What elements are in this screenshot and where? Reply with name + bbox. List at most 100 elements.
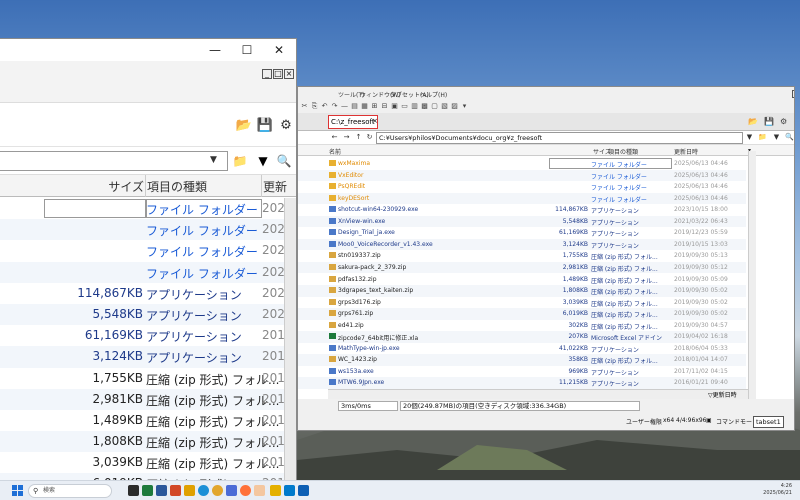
list-item[interactable]: grps3d176.zip 3,039KB 圧縮 (zip 形式) フォル... 20… — [298, 297, 746, 309]
forward-icon[interactable]: → — [342, 133, 351, 142]
table-row[interactable]: ファイル フォルダー 202 — [0, 219, 285, 241]
table-row[interactable]: 61,169KB アプリケーション 201 — [0, 325, 285, 346]
table-row[interactable]: 1,489KB 圧縮 (zip 形式) フォル... 201 — [0, 410, 285, 431]
list-item[interactable]: ed41.zip 302KB 圧縮 (zip 形式) フォル... 2019/09/3… — [298, 320, 746, 332]
search-icon[interactable]: 🔍 — [785, 133, 794, 142]
refresh-icon[interactable]: ↻ — [365, 133, 374, 142]
vertical-scrollbar[interactable] — [284, 198, 296, 482]
mdi-close-icon[interactable]: × — [284, 69, 294, 79]
new-folder-icon[interactable]: 📂 — [748, 117, 758, 126]
search-icon[interactable]: 🔍 — [276, 153, 292, 169]
tiles-icon[interactable]: ▩ — [420, 102, 429, 111]
tab-close-icon[interactable]: × — [372, 117, 378, 125]
new-folder-icon[interactable]: 📂 — [235, 116, 253, 134]
up-icon[interactable]: ↑ — [354, 133, 363, 142]
column-type[interactable]: 項目の種類 — [608, 147, 638, 156]
list-item[interactable]: sakura-pack_2_379.zip 2,981KB 圧縮 (zip 形式) … — [298, 261, 746, 274]
grid-icon[interactable]: ⊞ — [370, 102, 379, 111]
collapse-icon[interactable]: ⊟ — [380, 102, 389, 111]
mdi-close-icon[interactable]: × — [792, 90, 794, 98]
list-item[interactable]: wxMaxima ファイル フォルダー 2025/06/13 04:46 — [298, 158, 746, 170]
horizontal-scrollbar[interactable]: ▽更新日時 — [328, 389, 748, 399]
column-date[interactable]: 更新 — [263, 178, 287, 195]
columns-icon[interactable]: ▥ — [410, 102, 419, 111]
undo-icon[interactable]: ↶ — [320, 102, 329, 111]
column-name[interactable]: 名前 — [329, 147, 341, 156]
list-item[interactable]: WC_1423.zip 358KB 圧縮 (zip 形式) フォル... 2018/0… — [298, 354, 746, 366]
list-item[interactable]: MTW6.9Jpn.exe 11,215KB アプリケーション 2016/01/21 … — [298, 377, 746, 389]
powerpoint-icon[interactable] — [170, 485, 181, 496]
edge-icon[interactable] — [198, 485, 209, 496]
list-item[interactable]: keyDESort ファイル フォルダー 2025/06/13 04:46 — [298, 192, 746, 205]
pane-icon[interactable]: ▭ — [400, 102, 409, 111]
table-row[interactable]: 3,039KB 圧縮 (zip 形式) フォル... 201 — [0, 452, 285, 473]
tab-z-freesoft[interactable]: C:\z_freesoft — [328, 115, 378, 129]
gear-icon[interactable]: ⚙ — [277, 116, 295, 134]
clock[interactable]: 4:26 2025/06/21 — [763, 483, 792, 497]
gear-icon[interactable]: ⚙ — [780, 117, 787, 126]
app-icon[interactable] — [226, 485, 237, 496]
app-icon-2[interactable] — [254, 485, 265, 496]
word-icon[interactable] — [156, 485, 167, 496]
list-item[interactable]: MathType-win-jp.exe 41,022KB アプリケーション 2018/… — [298, 343, 746, 355]
list-item[interactable]: Design_Trial_ja.exe 61,169KB アプリケーション 2019/… — [298, 227, 746, 239]
list-item[interactable]: Moo0_VoiceRecorder_v1.43.exe 3,124KB アプリケー… — [298, 238, 746, 251]
redo-icon[interactable]: ↷ — [330, 102, 339, 111]
back-icon[interactable]: ← — [330, 133, 339, 142]
list-item[interactable]: PsQREdit ファイル フォルダー 2025/06/13 04:46 — [298, 181, 746, 193]
chrome-icon[interactable] — [212, 485, 223, 496]
chevron-down-icon[interactable]: ▼ — [210, 155, 217, 165]
filter-icon[interactable]: ▼ — [772, 133, 781, 142]
start-button[interactable] — [12, 485, 23, 496]
filter-icon[interactable]: ▼ — [255, 153, 271, 169]
folder-icon[interactable]: 📁 — [232, 153, 248, 169]
table-row[interactable]: 114,867KB アプリケーション 202 — [0, 283, 285, 304]
folder-app-icon[interactable] — [270, 485, 281, 496]
column-size[interactable]: サイズ — [108, 178, 144, 195]
search-box[interactable]: ⚲ 検索 — [28, 484, 112, 498]
cut-icon[interactable]: ✂ — [300, 102, 309, 111]
list-item[interactable]: XnView-win.exe 5,548KB アプリケーション 2021/03/22 … — [298, 215, 746, 228]
save-icon[interactable]: 💾 — [764, 117, 774, 126]
stack-icon[interactable]: ▨ — [450, 102, 459, 111]
vertical-scrollbar[interactable] — [748, 151, 756, 399]
table-row[interactable]: 1,755KB 圧縮 (zip 形式) フォル... 201 — [0, 368, 285, 389]
list-item[interactable]: pdfas132.zip 1,489KB 圧縮 (zip 形式) フォル... 201… — [298, 274, 746, 286]
tabset-button[interactable]: tabset1 — [753, 416, 784, 428]
table-row[interactable]: 3,124KB アプリケーション 201 — [0, 346, 285, 368]
table-row[interactable]: ファイル フォルダー 202 — [0, 240, 285, 261]
address-input[interactable] — [0, 151, 228, 171]
path-input[interactable]: C:¥Users¥philos¥Documents¥docu_org¥z_fre… — [376, 132, 743, 144]
file-explorer-icon[interactable] — [184, 485, 195, 496]
list-item[interactable]: 3dgrapes_text_kaiten.zip 1,808KB 圧縮 (zip 形… — [298, 285, 746, 297]
list-item[interactable]: stn019337.zip 1,755KB 圧縮 (zip 形式) フォル... 20… — [298, 250, 746, 262]
vscode-icon[interactable] — [284, 485, 295, 496]
chevron-down-icon[interactable]: ▼ — [745, 133, 754, 142]
column-type[interactable]: 項目の種類 — [147, 178, 207, 195]
column-date[interactable]: 更新日時 — [674, 147, 698, 156]
mdi-restore-icon[interactable]: □ — [273, 69, 283, 79]
table-row[interactable]: ファイル フォルダー 202 — [0, 261, 285, 283]
copy-icon[interactable]: ⎘ — [310, 102, 319, 111]
folder-icon[interactable]: 📁 — [758, 133, 767, 142]
menu-help[interactable]: ヘルプ(H) — [420, 90, 447, 99]
separator-icon[interactable]: — — [340, 102, 349, 111]
task-view-icon[interactable] — [128, 485, 139, 496]
app-icon-3[interactable] — [298, 485, 309, 496]
view-detail-icon[interactable]: ▦ — [360, 102, 369, 111]
list-item[interactable]: shotcut-win64-230929.exe 114,867KB アプリケーショ… — [298, 204, 746, 216]
excel-icon[interactable] — [142, 485, 153, 496]
layout-icon[interactable]: ▣ — [390, 102, 399, 111]
mdi-minimize-icon[interactable]: _ — [262, 69, 272, 79]
frame-icon[interactable]: ▢ — [430, 102, 439, 111]
table-row[interactable]: 1,808KB 圧縮 (zip 形式) フォル... 201 — [0, 431, 285, 453]
list-item[interactable]: VxEditor ファイル フォルダー 2025/06/13 04:46 — [298, 169, 746, 182]
minimize-icon[interactable]: — — [200, 41, 230, 59]
table-row[interactable]: 5,548KB アプリケーション 202 — [0, 303, 285, 326]
table-row[interactable]: 2,981KB 圧縮 (zip 形式) フォル... 201 — [0, 388, 285, 410]
maximize-icon[interactable]: ☐ — [232, 41, 262, 59]
list-item[interactable]: ws153a.exe 969KB アプリケーション 2017/11/02 04:15 — [298, 366, 746, 378]
table-row[interactable]: ファイル フォルダー 202 — [0, 198, 285, 219]
list-item[interactable]: grps761.zip 6,019KB 圧縮 (zip 形式) フォル... 2019… — [298, 308, 746, 320]
more-icon[interactable]: ▾ — [460, 102, 469, 111]
